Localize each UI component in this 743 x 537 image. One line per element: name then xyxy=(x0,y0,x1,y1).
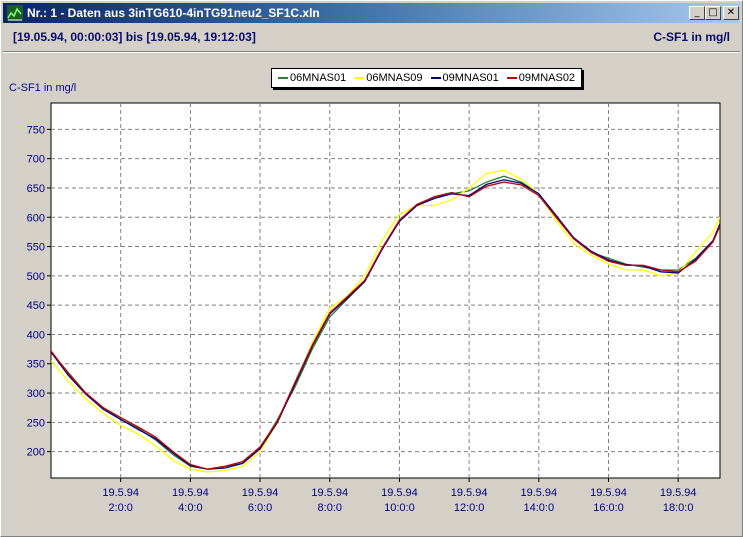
x-tick-label-time: 10:0:0 xyxy=(384,502,415,514)
legend-item-09mnas02: 09MNAS02 xyxy=(506,72,576,84)
x-tick-label-date: 19.5.94 xyxy=(242,487,279,499)
y-tick-label: 300 xyxy=(27,388,45,400)
x-tick-label-time: 4:0:0 xyxy=(178,502,202,514)
x-tick-label-date: 19.5.94 xyxy=(590,487,627,499)
x-tick-label-date: 19.5.94 xyxy=(311,487,348,499)
legend-label: 06MNAS09 xyxy=(366,72,423,84)
y-tick-label: 650 xyxy=(27,183,45,195)
y-tick-label: 450 xyxy=(27,300,45,312)
x-tick-label-time: 14:0:0 xyxy=(524,502,555,514)
legend-swatch xyxy=(278,77,288,79)
x-tick-label-date: 19.5.94 xyxy=(660,487,697,499)
legend-item-09mnas01: 09MNAS01 xyxy=(430,72,499,84)
x-tick-label-date: 19.5.94 xyxy=(381,487,418,499)
legend-item-06mnas09: 06MNAS09 xyxy=(354,72,423,84)
y-tick-label: 700 xyxy=(27,154,45,166)
x-tick-label-time: 2:0:0 xyxy=(108,502,132,514)
legend-label: 06MNAS01 xyxy=(290,72,347,84)
x-tick-label-time: 16:0:0 xyxy=(593,502,624,514)
y-tick-label: 350 xyxy=(27,359,45,371)
legend-swatch xyxy=(506,77,517,79)
y-tick-label: 200 xyxy=(27,447,45,459)
chart-window: Nr.: 1 - Daten aus 3inTG610-4inTG91neu2_… xyxy=(0,0,743,537)
x-tick-label-date: 19.5.94 xyxy=(172,487,209,499)
legend-swatch xyxy=(354,77,365,79)
y-tick-label: 250 xyxy=(27,417,45,429)
plot-area xyxy=(50,102,721,479)
x-tick-label-time: 12:0:0 xyxy=(454,502,485,514)
y-tick-label: 400 xyxy=(27,329,45,341)
x-tick-label-time: 8:0:0 xyxy=(318,502,342,514)
x-tick-label-date: 19.5.94 xyxy=(520,487,557,499)
legend-label: 09MNAS01 xyxy=(442,72,499,84)
legend-item-06mnas01: 06MNAS01 xyxy=(278,72,346,84)
y-tick-label: 500 xyxy=(27,271,45,283)
y-tick-label: 600 xyxy=(27,212,45,224)
legend-swatch xyxy=(430,77,441,79)
chart-legend: 06MNAS01 06MNAS09 09MNAS01 09MNAS02 xyxy=(271,68,583,88)
y-tick-label: 750 xyxy=(27,124,45,136)
x-tick-label-date: 19.5.94 xyxy=(102,487,139,499)
y-tick-label: 550 xyxy=(27,242,45,254)
legend-label: 09MNAS02 xyxy=(518,72,576,84)
x-tick-label-time: 18:0:0 xyxy=(663,502,694,514)
x-tick-label-date: 19.5.94 xyxy=(451,487,488,499)
x-tick-label-time: 6:0:0 xyxy=(248,502,272,514)
